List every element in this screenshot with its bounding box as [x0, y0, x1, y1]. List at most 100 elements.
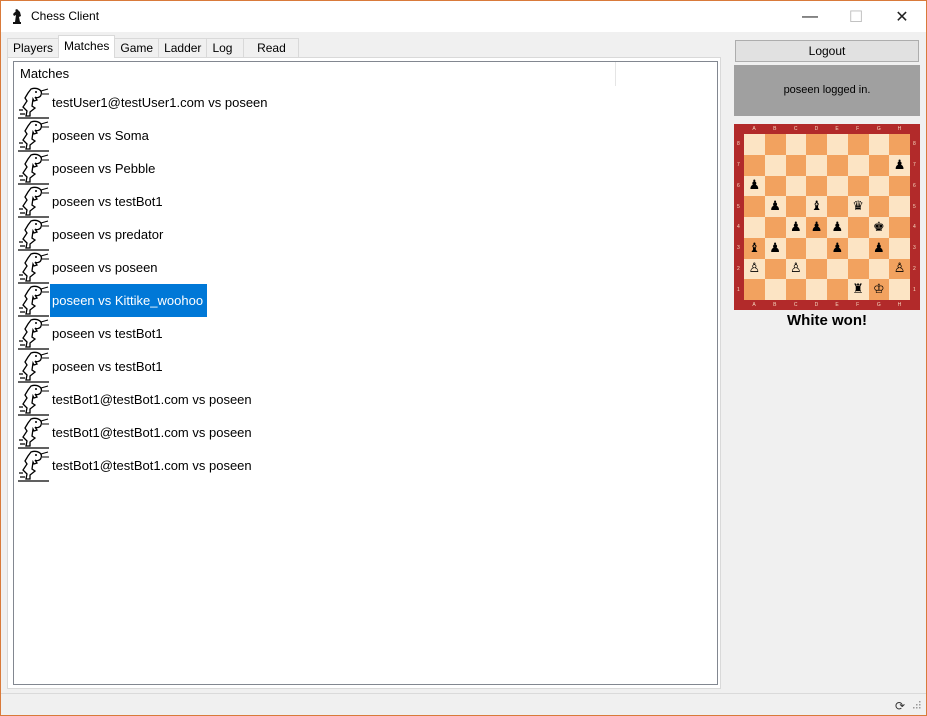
maximize-icon: ☐: [848, 8, 864, 26]
title-bar: Chess Client — ☐ ✕: [1, 1, 926, 32]
match-label: poseen vs Soma: [52, 128, 149, 143]
chess-piece: ♙: [790, 261, 802, 277]
file-label: B: [773, 302, 777, 308]
chess-piece: ♚: [873, 219, 885, 235]
match-icon: [17, 185, 50, 218]
chess-piece: ♟: [748, 178, 761, 194]
board-square: [847, 217, 869, 238]
minimize-button[interactable]: —: [787, 1, 833, 32]
match-list-item[interactable]: poseen vs Kittike_woohoo: [17, 284, 272, 317]
board-square: [889, 279, 910, 300]
file-label: F: [856, 302, 860, 308]
rank-label: 1: [737, 286, 740, 293]
match-list-item[interactable]: poseen vs testBot1: [17, 317, 272, 350]
match-list-item[interactable]: poseen vs Soma: [17, 119, 272, 152]
resize-grip-icon[interactable]: [911, 699, 921, 709]
match-icon: [17, 152, 50, 185]
board-square: ♚: [868, 217, 890, 238]
board-square: [868, 134, 890, 155]
file-label: H: [897, 302, 902, 308]
file-label: C: [793, 302, 798, 308]
file-label: H: [897, 126, 902, 132]
match-list-item[interactable]: poseen vs poseen: [17, 251, 272, 284]
file-label: G: [876, 126, 881, 132]
rank-label: 5: [913, 203, 916, 210]
board-square: [806, 237, 827, 259]
board-square: [868, 258, 890, 280]
match-label: poseen vs testBot1: [52, 194, 163, 209]
file-label: D: [814, 302, 819, 308]
match-icon: [17, 416, 50, 449]
file-label: E: [835, 126, 839, 132]
match-list-item[interactable]: poseen vs predator: [17, 218, 272, 251]
match-label: poseen vs testBot1: [52, 326, 163, 341]
board-square: [847, 154, 869, 176]
maximize-button[interactable]: ☐: [833, 1, 879, 32]
match-icon: [17, 119, 50, 152]
board-square: [827, 196, 848, 217]
tab-players[interactable]: Players: [7, 38, 60, 58]
tab-ladder[interactable]: Ladder: [158, 38, 208, 58]
match-list-item[interactable]: testBot1@testBot1.com vs poseen: [17, 383, 272, 416]
match-label: poseen vs predator: [52, 227, 164, 242]
file-label: A: [752, 126, 756, 132]
chess-board: ♟ ♟ ♟ ♝ ♛ ♟ ♟ ♟ ♚ ♝ ♟ ♟ ♟ ♙ ♙ ♙ ♜ ♔: [744, 134, 910, 300]
match-list-item[interactable]: poseen vs testBot1: [17, 350, 272, 383]
matches-list[interactable]: Matches testUser1@testUser1.com vs posee…: [13, 61, 718, 685]
match-list-item[interactable]: poseen vs Pebble: [17, 152, 272, 185]
match-label: poseen vs Kittike_woohoo: [50, 284, 208, 317]
file-label: A: [752, 302, 756, 308]
chess-piece: ♟: [831, 240, 844, 256]
board-square: [764, 279, 786, 300]
match-icon: [17, 350, 50, 383]
board-square: [889, 134, 910, 155]
board-square: ♙: [889, 258, 910, 280]
tab-game[interactable]: Game: [114, 38, 160, 58]
match-list-item[interactable]: testBot1@testBot1.com vs poseen: [17, 416, 272, 449]
file-label: F: [856, 126, 860, 132]
board-square: [785, 237, 807, 259]
match-list-item[interactable]: testBot1@testBot1.com vs poseen: [17, 449, 272, 482]
board-square: [868, 154, 890, 176]
tab-strip: Players Matches Game Ladder Log Read me!: [7, 35, 300, 74]
match-list-item[interactable]: testUser1@testUser1.com vs poseen: [17, 86, 272, 119]
board-square: [868, 175, 890, 197]
board-square: [889, 217, 910, 238]
matches-column-header[interactable]: Matches: [14, 62, 616, 86]
rank-label: 1: [913, 286, 916, 293]
board-square: [868, 196, 890, 217]
tab-read-me[interactable]: Read me!: [243, 38, 300, 74]
match-label: testBot1@testBot1.com vs poseen: [52, 392, 252, 407]
tab-matches[interactable]: Matches: [58, 35, 116, 58]
refresh-icon[interactable]: ⟳: [895, 699, 905, 713]
chess-piece: ♔: [873, 282, 885, 298]
board-square: [785, 279, 807, 300]
board-square: [827, 258, 848, 280]
match-icon: [17, 218, 50, 251]
matches-list-body: testUser1@testUser1.com vs poseen poseen …: [17, 86, 272, 482]
board-square: ♟: [868, 237, 890, 259]
board-square: [827, 154, 848, 176]
match-list-item[interactable]: poseen vs testBot1: [17, 185, 272, 218]
rank-label: 3: [913, 245, 916, 252]
chess-piece: ♟: [893, 157, 906, 173]
board-square: [744, 196, 765, 217]
login-status: poseen logged in.: [734, 65, 920, 116]
board-square: [827, 279, 848, 300]
match-label: poseen vs testBot1: [52, 359, 163, 374]
chess-piece: ♙: [748, 261, 761, 277]
file-label: D: [814, 126, 819, 132]
board-square: [764, 134, 786, 155]
board-square: [806, 258, 827, 280]
close-button[interactable]: ✕: [879, 1, 925, 32]
rank-label: 6: [737, 182, 740, 189]
rank-label: 6: [913, 182, 916, 189]
tab-log[interactable]: Log: [206, 38, 245, 58]
minimize-icon: —: [802, 7, 818, 25]
logout-button[interactable]: Logout: [735, 40, 919, 62]
match-icon: [17, 449, 50, 482]
chess-piece: ♝: [810, 199, 823, 215]
board-square: [889, 237, 910, 259]
board-square: [847, 258, 869, 280]
match-icon: [17, 86, 50, 119]
